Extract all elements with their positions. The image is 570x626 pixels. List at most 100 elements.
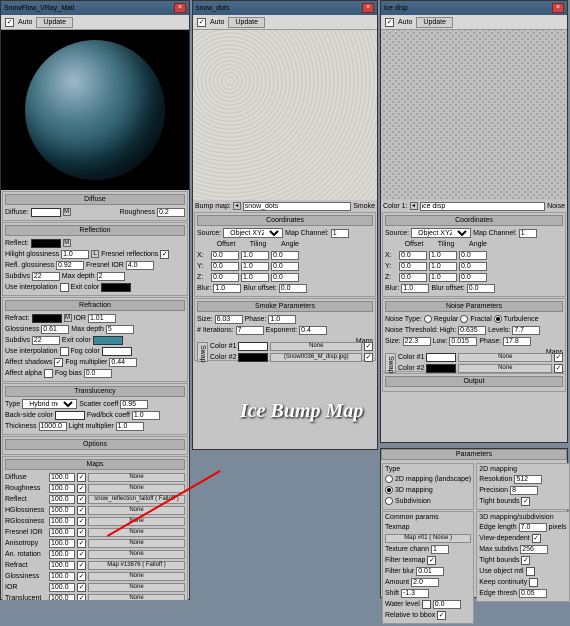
subdiv-radio[interactable]	[385, 497, 393, 505]
close-icon[interactable]: ×	[552, 3, 564, 13]
nsize-spinner[interactable]	[403, 337, 431, 346]
ttype-dropdown[interactable]: Hybrid model	[22, 399, 77, 409]
c2-swatch[interactable]	[238, 353, 268, 362]
blur-spinner[interactable]	[213, 284, 241, 293]
rfmaxd-spinner[interactable]	[106, 325, 134, 334]
map-slot-button[interactable]: Map #13876 ( Falloff )	[88, 561, 185, 570]
map-amount-spinner[interactable]	[49, 484, 75, 493]
map-amount-spinner[interactable]	[49, 583, 75, 592]
diffuse-swatch[interactable]	[31, 208, 61, 217]
bluro-spinner-2[interactable]	[467, 284, 495, 293]
z-tiling-2[interactable]	[429, 273, 457, 282]
nc2-swatch[interactable]	[426, 364, 456, 373]
map-checkbox[interactable]	[77, 473, 86, 482]
maxsub-spinner[interactable]	[520, 545, 548, 554]
roughness-spinner[interactable]	[157, 208, 185, 217]
diffuse-map-button[interactable]: M	[63, 208, 71, 216]
refraction-title[interactable]: Refraction	[5, 300, 185, 311]
z-angle-2[interactable]	[459, 273, 487, 282]
map-slot-button[interactable]: None	[88, 594, 185, 601]
x-tiling[interactable]	[241, 251, 269, 260]
fogc-swatch[interactable]	[102, 347, 132, 356]
refract-map-button[interactable]: M	[64, 314, 72, 322]
relbox-checkbox[interactable]	[437, 611, 446, 620]
c1-swatch[interactable]	[238, 342, 268, 351]
auto-checkbox[interactable]	[5, 18, 14, 27]
fogb-spinner[interactable]	[84, 369, 112, 378]
nc1-swatch[interactable]	[426, 353, 456, 362]
shift-spinner[interactable]	[401, 589, 429, 598]
update-button-2[interactable]: Update	[228, 17, 265, 28]
blur-spinner-2[interactable]	[401, 284, 429, 293]
res-spinner[interactable]	[514, 475, 542, 484]
y-offset[interactable]	[211, 262, 239, 271]
map-checkbox[interactable]	[77, 517, 86, 526]
c2-checkbox[interactable]	[364, 353, 373, 362]
map-checkbox[interactable]	[77, 528, 86, 537]
kcont-checkbox[interactable]	[529, 578, 538, 587]
translucency-title[interactable]: Translucency	[5, 386, 185, 397]
scatter-spinner[interactable]	[120, 400, 148, 409]
light-spinner[interactable]	[116, 422, 144, 431]
titlebar-3[interactable]: ice disp ×	[381, 1, 567, 15]
ftex-checkbox[interactable]	[427, 556, 436, 565]
options-title[interactable]: Options	[5, 439, 185, 450]
auto-checkbox-3[interactable]	[385, 18, 394, 27]
ashadow-checkbox[interactable]	[54, 358, 63, 367]
wlevel-checkbox[interactable]	[422, 600, 431, 609]
y-angle[interactable]	[271, 262, 299, 271]
hgloss-lock[interactable]: L	[91, 250, 99, 258]
ethresh-spinner[interactable]	[519, 589, 547, 598]
regular-radio[interactable]	[424, 315, 432, 323]
y-offset-2[interactable]	[399, 262, 427, 271]
rgloss-spinner[interactable]	[56, 261, 84, 270]
y-angle-2[interactable]	[459, 262, 487, 271]
lev-spinner[interactable]	[512, 326, 540, 335]
map-checkbox[interactable]	[77, 539, 86, 548]
map-checkbox[interactable]	[77, 550, 86, 559]
map-checkbox[interactable]	[77, 572, 86, 581]
fractal-radio[interactable]	[460, 315, 468, 323]
rexitc-swatch[interactable]	[101, 283, 131, 292]
fogm-spinner[interactable]	[109, 358, 137, 367]
hgloss-spinner[interactable]	[61, 250, 89, 259]
map-checkbox[interactable]	[77, 484, 86, 493]
reflect-map-button[interactable]: M	[63, 239, 71, 247]
y-tiling-2[interactable]	[429, 262, 457, 271]
nc2-checkbox[interactable]	[554, 364, 563, 373]
aalpha-checkbox[interactable]	[44, 369, 53, 378]
coords-title-1[interactable]: Coordinates	[197, 215, 373, 226]
z-tiling[interactable]	[241, 273, 269, 282]
map-slot-button[interactable]: None	[88, 572, 185, 581]
map-slot-button[interactable]: None	[88, 528, 185, 537]
smoke-title[interactable]: Smoke Parameters	[197, 301, 373, 312]
map-amount-spinner[interactable]	[49, 473, 75, 482]
nc2-map-button[interactable]: None	[458, 364, 552, 373]
swap-button[interactable]: Swap	[197, 342, 208, 362]
smoke-size-spinner[interactable]	[215, 315, 243, 324]
titlebar-1[interactable]: SnowFlow_VRay_Matl ×	[1, 1, 189, 15]
texch-spinner[interactable]	[431, 545, 449, 554]
source-dropdown[interactable]: Object XYZ	[223, 228, 283, 238]
close-icon[interactable]: ×	[174, 3, 186, 13]
rmaxd-spinner[interactable]	[97, 272, 125, 281]
rinterp-checkbox[interactable]	[60, 283, 69, 292]
close-icon[interactable]: ×	[362, 3, 374, 13]
x-offset[interactable]	[211, 251, 239, 260]
nc1-map-button[interactable]: None	[458, 353, 552, 362]
c1-checkbox[interactable]	[364, 342, 373, 351]
fblur-spinner[interactable]	[416, 567, 444, 576]
map-amount-spinner[interactable]	[49, 539, 75, 548]
high-spinner[interactable]	[458, 326, 486, 335]
2d-radio[interactable]	[385, 475, 393, 483]
map-amount-spinner[interactable]	[49, 550, 75, 559]
map-amount-spinner[interactable]	[49, 561, 75, 570]
map-amount-spinner[interactable]	[49, 528, 75, 537]
rfsubdivs-spinner[interactable]	[32, 336, 60, 345]
z-offset-2[interactable]	[399, 273, 427, 282]
z-offset[interactable]	[211, 273, 239, 282]
swap-button-2[interactable]: Swap	[385, 353, 396, 373]
mapch-spinner[interactable]	[331, 229, 349, 238]
go-parent-icon-3[interactable]: ◂	[410, 202, 418, 210]
map-checkbox[interactable]	[77, 594, 86, 601]
